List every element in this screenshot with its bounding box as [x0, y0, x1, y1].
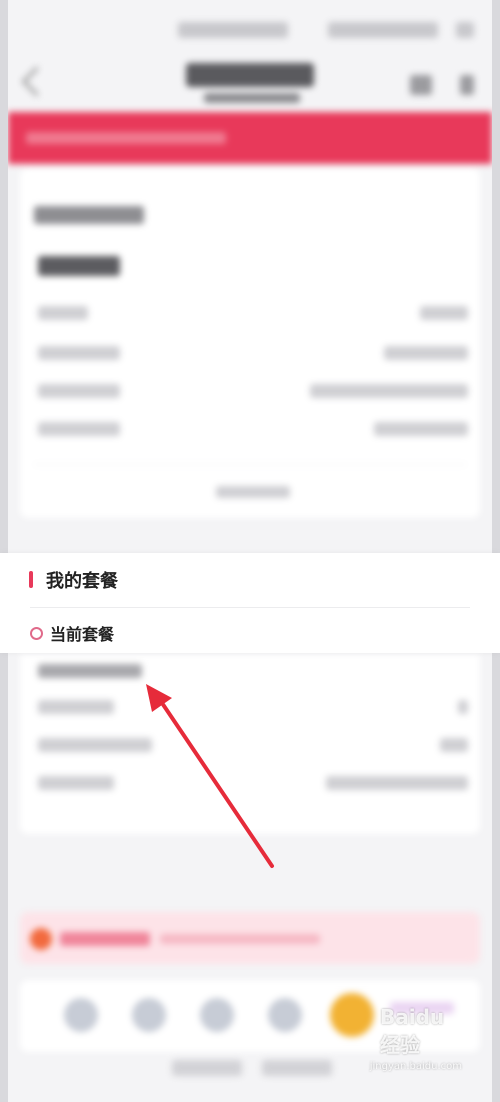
info-label [38, 422, 120, 436]
detail-label [38, 738, 152, 752]
shortcut-icon[interactable] [268, 998, 302, 1032]
page-subtitle [204, 93, 300, 103]
menu-icon[interactable] [410, 75, 432, 95]
avatar-icon[interactable] [330, 993, 374, 1037]
detail-value [458, 700, 468, 714]
section-title: 我的套餐 [46, 571, 118, 592]
my-package-section: 我的套餐 当前套餐 [0, 553, 500, 653]
more-icon[interactable] [460, 75, 474, 95]
account-name [38, 256, 120, 276]
app-header [8, 55, 492, 111]
detail-label [38, 776, 114, 790]
detail-label [38, 700, 114, 714]
back-icon[interactable] [21, 66, 52, 97]
page-title [186, 63, 314, 87]
status-block [328, 22, 438, 38]
info-value [374, 422, 468, 436]
circle-bullet-icon [30, 627, 43, 640]
expand-link[interactable] [216, 486, 290, 498]
footer-link[interactable] [172, 1060, 242, 1076]
info-value [420, 306, 468, 320]
account-info-card [20, 168, 480, 518]
promo-banner[interactable] [20, 912, 480, 964]
info-label [38, 384, 120, 398]
package-details-card [20, 654, 480, 834]
package-name [38, 664, 142, 678]
status-block [456, 22, 474, 38]
section-accent-bar [29, 571, 33, 588]
card-heading [34, 206, 144, 224]
footer-link[interactable] [262, 1060, 332, 1076]
detail-value [440, 738, 468, 752]
shortcut-icon[interactable] [200, 998, 234, 1032]
watermark-url: jingyan.baidu.com [369, 1061, 462, 1072]
shortcut-icon[interactable] [132, 998, 166, 1032]
detail-value [326, 776, 468, 790]
banner-text [26, 132, 226, 144]
watermark-brand: Baidu 经验 [380, 1005, 445, 1057]
info-label [38, 346, 120, 360]
section-divider [30, 607, 470, 608]
shortcut-icon[interactable] [64, 998, 98, 1032]
promo-icon [30, 928, 52, 950]
promo-title [60, 932, 150, 946]
divider [34, 464, 466, 465]
promo-text [160, 934, 320, 944]
blurred-background [8, 0, 492, 1102]
info-value [310, 384, 468, 398]
watermark: Baidu 经验 jingyan.baidu.com [370, 1005, 492, 1088]
phone-screen [8, 0, 492, 1102]
info-label [38, 306, 88, 320]
current-package-label[interactable]: 当前套餐 [50, 621, 114, 645]
red-banner [8, 112, 492, 164]
status-bar [8, 22, 492, 52]
status-block [178, 22, 288, 38]
info-value [384, 346, 468, 360]
